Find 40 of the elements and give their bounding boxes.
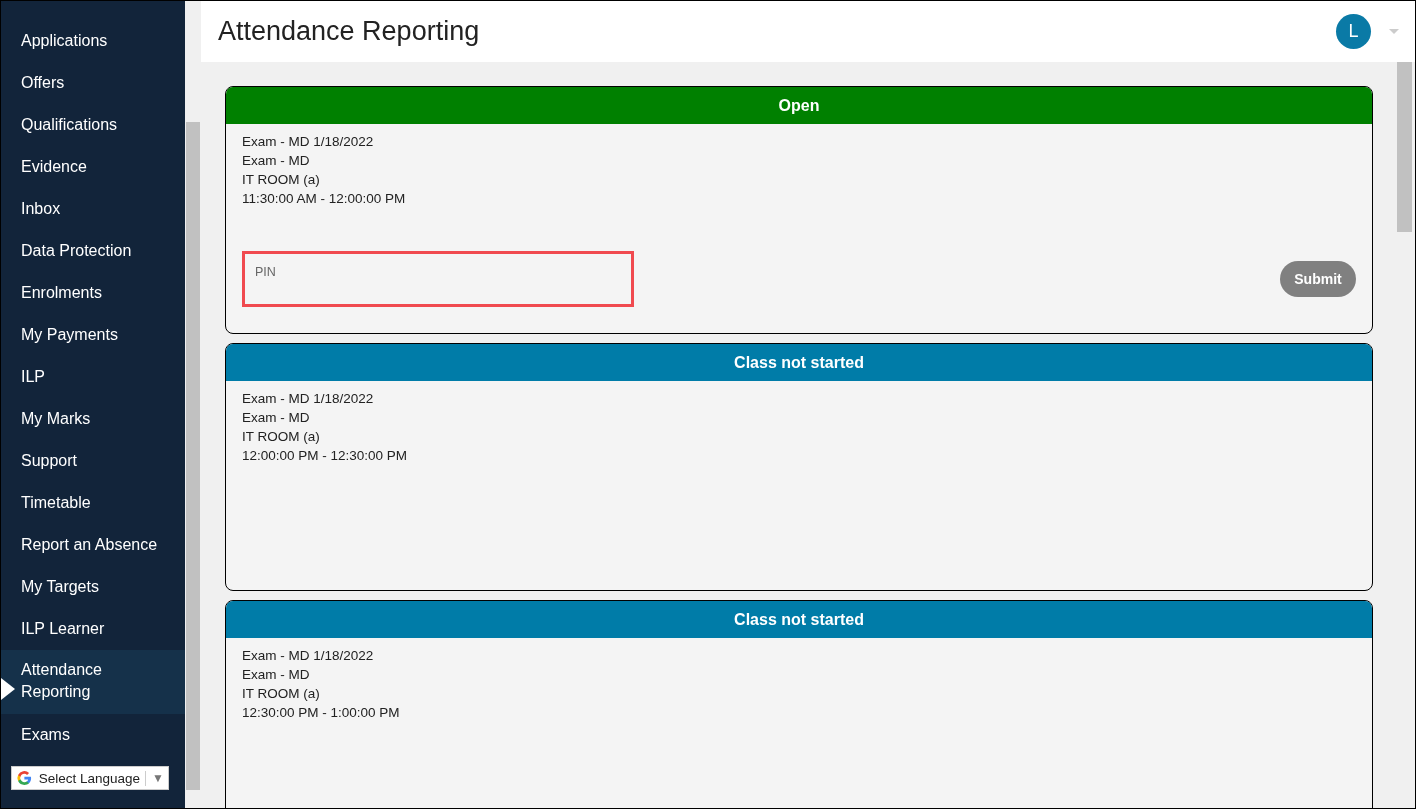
- sidebar-item[interactable]: Evidence: [1, 146, 185, 188]
- user-avatar[interactable]: L: [1336, 14, 1371, 49]
- pin-field[interactable]: PIN: [242, 251, 634, 307]
- session-detail: IT ROOM (a): [242, 428, 321, 446]
- page-title: Attendance Reporting: [218, 16, 481, 47]
- sidebar-item[interactable]: Exams: [1, 714, 185, 756]
- session-detail: Exam - MD 1/18/2022: [242, 390, 375, 408]
- session-detail: IT ROOM (a): [242, 685, 321, 703]
- sidebar-item[interactable]: Applications: [1, 20, 185, 62]
- session-detail: IT ROOM (a): [242, 171, 321, 189]
- language-select[interactable]: Select Language ▼: [11, 766, 169, 790]
- sidebar-item[interactable]: Inbox: [1, 188, 185, 230]
- sidebar-item[interactable]: My Marks: [1, 398, 185, 440]
- pointer-icon: [1, 678, 15, 700]
- session-detail: 12:30:00 PM - 1:00:00 PM: [242, 704, 401, 722]
- session-detail: Exam - MD: [242, 666, 311, 684]
- sidebar-item[interactable]: Data Protection: [1, 230, 185, 272]
- status-header: Class not started: [226, 344, 1372, 381]
- session-detail: Exam - MD 1/18/2022: [242, 133, 375, 151]
- sidebar-item[interactable]: ILP Learner: [1, 608, 185, 650]
- sidebar-item[interactable]: Support: [1, 440, 185, 482]
- sidebar-item[interactable]: My Payments: [1, 314, 185, 356]
- g-logo-icon: [16, 769, 33, 787]
- session-detail: Exam - MD 1/18/2022: [242, 647, 375, 665]
- sidebar-item[interactable]: Qualifications: [1, 104, 185, 146]
- session-detail: 11:30:00 AM - 12:00:00 PM: [242, 190, 407, 208]
- sidebar-item[interactable]: ILP: [1, 356, 185, 398]
- scrollbar[interactable]: [185, 1, 201, 808]
- sidebar-item[interactable]: Offers: [1, 62, 185, 104]
- session-detail: Exam - MD: [242, 409, 311, 427]
- sidebar-item[interactable]: Report an Absence: [1, 524, 185, 566]
- sidebar-item[interactable]: My Targets: [1, 566, 185, 608]
- caret-icon[interactable]: [1389, 29, 1399, 34]
- session-detail: Exam - MD: [242, 152, 311, 170]
- session-detail: 12:00:00 PM - 12:30:00 PM: [242, 447, 409, 465]
- sidebar-item[interactable]: Timetable: [1, 482, 185, 524]
- status-header: Class not started: [226, 601, 1372, 638]
- status-header: Open: [226, 87, 1372, 124]
- sidebar-item[interactable]: Enrolments: [1, 272, 185, 314]
- sidebar-item[interactable]: Attendance Reporting: [1, 650, 185, 714]
